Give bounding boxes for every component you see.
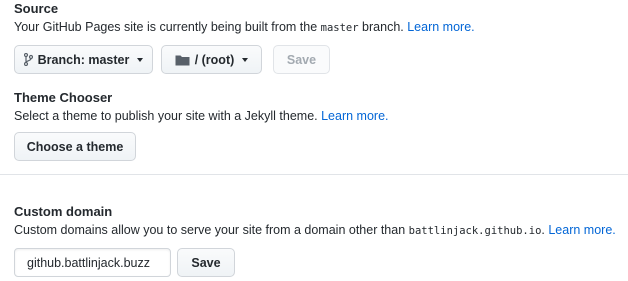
source-learn-more-link[interactable]: Learn more. (407, 20, 474, 34)
source-save-button[interactable]: Save (273, 45, 330, 74)
custom-domain-heading: Custom domain (14, 204, 113, 219)
custom-domain-input[interactable] (14, 248, 171, 277)
folder-select-button[interactable]: / (root) (161, 45, 262, 74)
section-divider (0, 174, 628, 175)
folder-icon (175, 55, 190, 65)
theme-heading: Theme Chooser (14, 90, 113, 105)
default-domain-code: battlinjack.github.io (408, 225, 542, 237)
branch-select-button[interactable]: Branch: master (14, 45, 153, 74)
branch-select-label: Branch: master (37, 52, 130, 67)
theme-description: Select a theme to publish your site with… (14, 109, 389, 123)
custom-domain-learn-more-link[interactable]: Learn more. (548, 223, 615, 237)
git-branch-icon (23, 53, 33, 66)
caret-down-icon (242, 57, 249, 62)
caret-down-icon (137, 57, 144, 62)
folder-select-label: / (root) (194, 52, 235, 67)
custom-domain-description: Custom domains allow you to serve your s… (14, 223, 616, 237)
theme-learn-more-link[interactable]: Learn more. (321, 109, 388, 123)
source-description: Your GitHub Pages site is currently bein… (14, 20, 475, 34)
branch-code: master (320, 22, 359, 34)
source-heading: Source (14, 1, 59, 16)
choose-theme-button[interactable]: Choose a theme (14, 132, 136, 161)
custom-domain-save-button[interactable]: Save (177, 248, 235, 277)
